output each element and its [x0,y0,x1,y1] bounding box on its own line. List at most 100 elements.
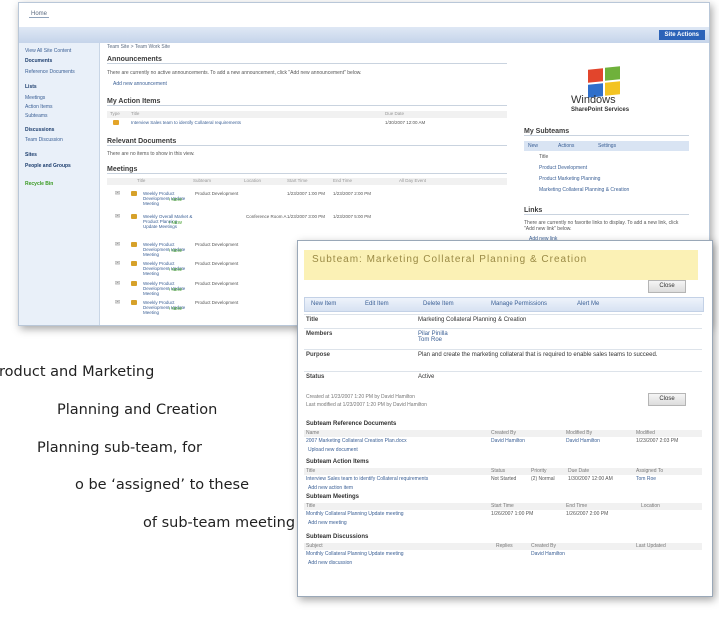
section-col-header[interactable]: Title [306,503,315,509]
breadcrumb[interactable]: Team Site > Team Work Site [107,44,170,50]
site-actions-button[interactable]: Site Actions [658,30,705,40]
section-col-header[interactable]: Created By [531,543,556,549]
meeting-subteam: Product Development [195,242,239,247]
section-cell[interactable]: Monthly Collateral Planning Update meeti… [306,551,404,557]
relevant-documents-title[interactable]: Relevant Documents [107,138,507,146]
section-cell[interactable]: Interview Sales team to identify Collate… [306,476,428,482]
section-add-link-action_items[interactable]: Add new action item [308,485,353,491]
announcements-title[interactable]: Announcements [107,56,507,64]
meetings-col-header[interactable]: Subteam [193,178,211,183]
flag-red [588,68,603,83]
section-col-header[interactable]: Title [306,468,315,474]
new-item-button[interactable]: New Item [311,298,336,311]
attachment-icon: ✉ [115,281,121,287]
section-col-header[interactable]: Modified By [566,430,592,436]
meeting-title[interactable]: Weekly Product Development Update Meetin… [143,300,193,315]
meetings-title[interactable]: Meetings [107,166,507,174]
new-tag: ! NEW [169,248,182,253]
nav-item[interactable]: Documents [25,58,52,64]
nav-item[interactable]: Recycle Bin [25,181,53,187]
section-title-discussions[interactable]: Subteam Discussions [306,534,368,540]
nav-item[interactable]: Action Items [25,104,53,110]
section-col-header[interactable]: Created By [491,430,516,436]
section-col-header[interactable]: Location [641,503,660,509]
section-add-link-ref_docs[interactable]: Upload new document [308,447,358,453]
close-button[interactable]: Close [648,280,686,293]
section-col-header[interactable]: Modified [636,430,655,436]
meeting-title[interactable]: Weekly Overall Market & Product Planning… [143,214,193,229]
section-col-header[interactable]: Subject [306,543,323,549]
meetings-col-header[interactable]: All Day Event [399,178,426,183]
nav-item[interactable]: People and Groups [25,163,71,169]
section-col-header[interactable]: Status [491,468,505,474]
field-divider [304,328,702,329]
section-title-action_items[interactable]: Subteam Action Items [306,459,369,465]
meetings-col-header[interactable]: Location [244,178,261,183]
meetings-header: Title Subteam Location Start Time End Time Al… [107,178,507,185]
meeting-subteam: Product Development [195,300,239,305]
section-cell: (2) Normal [531,476,555,482]
nav-item[interactable]: Lists [25,84,37,90]
quick-launch-nav: View All Site Content Documents Reference … [19,43,100,325]
meeting-end: 1/23/2007 2:00 PM [333,191,372,196]
manage-permissions-button[interactable]: Manage Permissions [491,298,547,311]
alert-me-button[interactable]: Alert Me [577,298,599,311]
announcements-empty-text: There are currently no active announceme… [107,70,362,76]
section-cell: 1/26/2007 1:00 PM [491,511,534,517]
links-title[interactable]: Links [524,207,689,215]
subteam-item[interactable]: Product Development [539,165,587,171]
section-col-header[interactable]: Assigned To [636,468,663,474]
meeting-title[interactable]: Weekly Product Development Update Meetin… [143,261,193,276]
home-tab[interactable]: Home [29,11,50,18]
meeting-title[interactable]: Weekly Product Development Update Meetin… [143,191,193,206]
field-value[interactable]: Pilar Pinilla Tom Roe [418,331,698,343]
section-title-ref_docs[interactable]: Subteam Reference Documents [306,421,396,427]
section-add-link-discussions[interactable]: Add new discussion [308,560,352,566]
meetings-col-header[interactable]: End Time [333,178,352,183]
section-cell: Tom Roe [636,476,657,482]
section-col-header[interactable]: Due Date [568,468,589,474]
section-col-header[interactable]: Replies [496,543,513,549]
meetings-col-header[interactable]: Title [137,178,145,183]
section-col-header[interactable]: Priority [531,468,547,474]
item-header-title: Subteam: Marketing Collateral Planning &… [312,254,588,265]
section-title-meetings[interactable]: Subteam Meetings [306,494,359,500]
subteams-settings[interactable]: Settings [598,143,616,149]
meetings-col-header[interactable]: Start Time [287,178,308,183]
nav-item[interactable]: Discussions [25,127,54,133]
field-label: Members [306,331,333,337]
field-divider [304,349,702,350]
delete-item-button[interactable]: Delete Item [423,298,454,311]
meeting-icon [131,191,137,196]
subteams-title[interactable]: My Subteams [524,128,689,136]
close-button-bottom[interactable]: Close [648,393,686,406]
subteams-new[interactable]: New [528,143,538,149]
subteam-item[interactable]: Product Marketing Planning [539,176,600,182]
subteam-item[interactable]: Marketing Collateral Planning & Creation [539,187,629,193]
nav-item[interactable]: Reference Documents [25,69,75,75]
section-cell[interactable]: 2007 Marketing Collateral Creation Plan.… [306,438,407,444]
section-col-header[interactable]: Name [306,430,319,436]
attachment-icon: ✉ [115,214,121,220]
meeting-title[interactable]: Weekly Product Development Update Meetin… [143,281,193,296]
section-cell[interactable]: Monthly Collateral Planning Update meeti… [306,511,404,517]
action-items-title[interactable]: My Action Items [107,98,507,106]
edit-item-button[interactable]: Edit Item [365,298,389,311]
meeting-title[interactable]: Weekly Product Development Update Meetin… [143,242,193,257]
add-announcement-link[interactable]: Add new announcement [113,81,167,87]
section-col-header[interactable]: Start Time [491,503,514,509]
action-items-header: Type Title Due Date [107,111,507,118]
action-item-title[interactable]: Interview Sales team to identify Collate… [131,120,241,125]
new-tag: ! NEW [169,287,182,292]
body-line: of sub-team meeting [143,515,296,531]
nav-item[interactable]: Team Discussion [25,137,63,143]
nav-item[interactable]: Subteams [25,113,48,119]
section-col-header[interactable]: Last Updated [636,543,666,549]
subteams-actions[interactable]: Actions [558,143,574,149]
nav-item[interactable]: Meetings [25,95,45,101]
section-add-link-meetings[interactable]: Add new meeting [308,520,347,526]
nav-item[interactable]: View All Site Content [25,48,71,54]
section-col-header[interactable]: End Time [566,503,587,509]
nav-item[interactable]: Sites [25,152,37,158]
field-label: Status [306,374,325,380]
